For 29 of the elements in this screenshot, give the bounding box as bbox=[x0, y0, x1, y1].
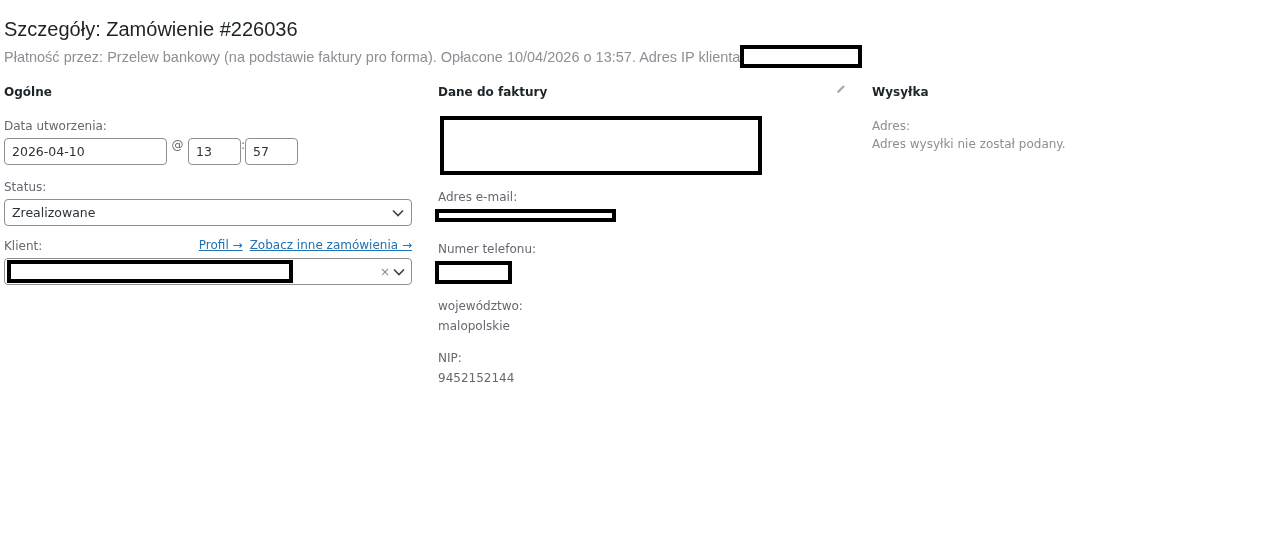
field-label: Adres: bbox=[872, 118, 911, 134]
hour-field[interactable]: 13 bbox=[188, 138, 241, 165]
pencil-icon[interactable] bbox=[836, 84, 846, 94]
field-value: 9452152144 bbox=[438, 370, 516, 386]
field-label: województwo: bbox=[438, 298, 524, 314]
page-title: Szczegóły: Zamówienie #226036 bbox=[4, 18, 299, 41]
link[interactable]: Profil → bbox=[198, 238, 243, 258]
field-label: Adres e-mail: bbox=[438, 189, 519, 205]
status-select[interactable]: Zrealizowane bbox=[4, 199, 412, 226]
section-heading: Ogólne bbox=[4, 84, 52, 100]
at-sign: @ bbox=[170, 138, 185, 152]
clear-icon[interactable]: × bbox=[379, 264, 390, 279]
chevron-down-icon bbox=[393, 267, 405, 276]
field-label: Status: bbox=[4, 179, 48, 195]
payment-info: Płatność przez: Przelew bankowy (na podstawie faktury pro forma). Opłacone 10/04/2026 o 13:57. Adres IP klienta bbox=[4, 48, 741, 65]
link[interactable]: Zobacz inne zamówienia → bbox=[249, 238, 412, 258]
field-value: Adres wysyłki nie został podany. bbox=[872, 136, 1066, 152]
field-label: Klient: bbox=[4, 238, 43, 254]
client-select[interactable]: × bbox=[4, 258, 412, 285]
minute-field[interactable]: 57 bbox=[245, 138, 298, 165]
field-value: malopolskie bbox=[438, 318, 511, 334]
time-separator: : bbox=[241, 138, 245, 152]
field-label: Numer telefonu: bbox=[438, 241, 538, 257]
date-field[interactable]: 2026-04-10 bbox=[4, 138, 167, 165]
chevron-down-icon bbox=[392, 208, 404, 217]
field-label: Data utworzenia: bbox=[4, 118, 108, 134]
section-heading: Dane do faktury bbox=[438, 84, 548, 100]
section-heading: Wysyłka bbox=[872, 84, 929, 100]
field-label: NIP: bbox=[438, 350, 463, 366]
